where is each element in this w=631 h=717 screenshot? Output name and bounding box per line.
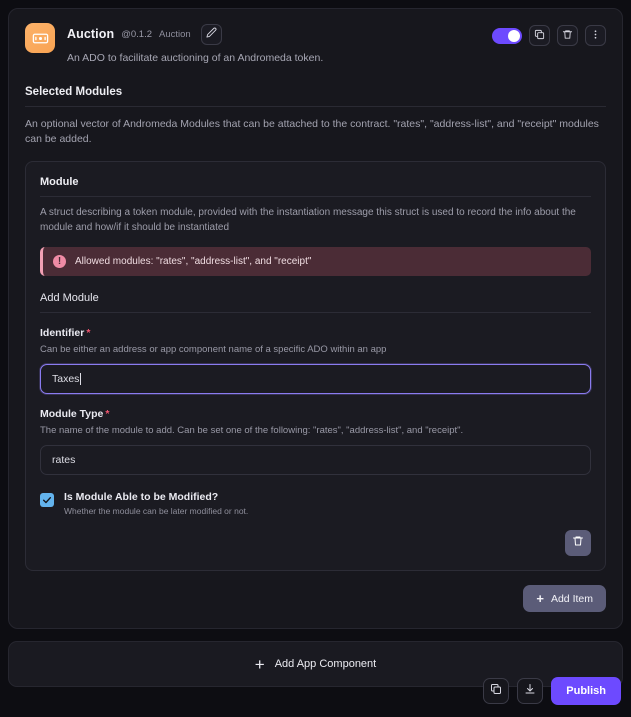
module-type-required-marker: * (105, 408, 110, 421)
text-caret (80, 373, 82, 386)
module-delete-button[interactable] (565, 530, 591, 557)
ado-more-button[interactable] (585, 25, 606, 46)
plus-icon: + (254, 654, 265, 674)
identifier-label: Identifier * (40, 327, 591, 339)
alert-exclamation-icon: ! (53, 255, 66, 269)
publish-button[interactable]: Publish (551, 677, 621, 705)
copy-app-button[interactable] (483, 678, 510, 704)
selected-modules-section: Selected Modules An optional vector of A… (25, 86, 606, 613)
copy-icon (490, 682, 502, 700)
bottom-action-bar: Publish (0, 673, 631, 717)
add-item-button[interactable]: + Add Item (523, 585, 606, 613)
ado-type-label: Auction (159, 28, 191, 40)
allowed-modules-alert: ! Allowed modules: "rates", "address-lis… (40, 247, 591, 277)
section-description: An optional vector of Andromeda Modules … (25, 118, 599, 146)
add-app-component-label: Add App Component (274, 658, 377, 671)
plus-icon: + (536, 591, 544, 607)
identifier-field: Identifier * Can be either an address or … (40, 327, 591, 395)
module-type-label-text: Module Type (40, 408, 104, 421)
alert-text: Allowed modules: "rates", "address-list"… (75, 256, 312, 268)
ado-enable-toggle[interactable] (492, 27, 522, 44)
is-modifiable-label: Is Module Able to be Modified? (64, 491, 219, 504)
module-footer (40, 530, 591, 557)
add-item-label: Add Item (550, 592, 593, 605)
identifier-label-text: Identifier (40, 327, 85, 340)
download-app-button[interactable] (517, 678, 544, 704)
is-modifiable-help: Whether the module can be later modified… (64, 506, 249, 517)
module-type-input-value: rates (52, 454, 76, 467)
add-module-title: Add Module (40, 292, 591, 314)
is-modifiable-checkbox[interactable] (40, 493, 54, 508)
identifier-input-value: Taxes (52, 373, 80, 386)
module-type-label: Module Type * (40, 408, 591, 420)
ado-name: Auction (67, 27, 115, 41)
identifier-help: Can be either an address or app componen… (40, 344, 387, 356)
ado-title-row: Auction @0.1.2 Auction (67, 23, 480, 45)
module-card: Module A struct describing a token modul… (25, 161, 606, 572)
ado-delete-button[interactable] (557, 25, 578, 46)
pencil-icon (206, 25, 217, 43)
ado-version: @0.1.2 (121, 28, 153, 40)
module-type-input[interactable]: rates (40, 445, 591, 476)
module-type-field: Module Type * The name of the module to a… (40, 408, 591, 476)
banknote-icon (25, 23, 55, 53)
ado-card: Auction @0.1.2 Auction An ADO to facilit… (8, 8, 623, 630)
trash-icon (572, 534, 584, 552)
ado-duplicate-button[interactable] (529, 25, 550, 46)
module-description: A struct describing a token module, prov… (40, 207, 576, 233)
ado-head-text: Auction @0.1.2 Auction An ADO to facilit… (67, 23, 480, 64)
identifier-input[interactable]: Taxes (40, 364, 591, 395)
kebab-menu-icon (590, 27, 601, 45)
is-modifiable-row: Is Module Able to be Modified? Whether t… (40, 491, 591, 516)
checkmark-icon (42, 497, 52, 504)
download-icon (524, 682, 536, 700)
identifier-required-marker: * (86, 327, 91, 340)
section-title: Selected Modules (25, 86, 606, 107)
trash-icon (562, 27, 573, 45)
ado-description: An ADO to facilitate auctioning of an An… (67, 52, 324, 64)
module-title: Module (40, 176, 591, 198)
app-page: Auction @0.1.2 Auction An ADO to facilit… (0, 0, 631, 717)
ado-actions (492, 23, 606, 46)
is-modifiable-text: Is Module Able to be Modified? Whether t… (64, 491, 248, 516)
ado-header: Auction @0.1.2 Auction An ADO to facilit… (25, 23, 606, 64)
add-item-row: + Add Item (25, 585, 606, 613)
module-type-help: The name of the module to add. Can be se… (40, 425, 464, 437)
copy-icon (534, 27, 545, 45)
edit-name-button[interactable] (200, 23, 222, 45)
